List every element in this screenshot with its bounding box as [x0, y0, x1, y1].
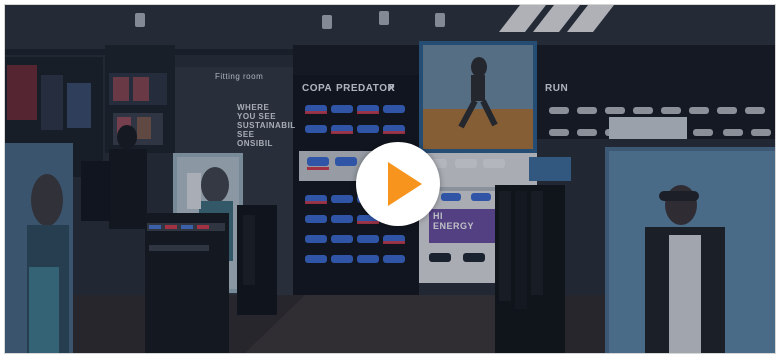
- run-header: RUN: [545, 83, 569, 94]
- sustainability-line: ONSIBIL: [237, 139, 273, 148]
- play-button[interactable]: [356, 142, 440, 226]
- wall-header-predator: PREDATOR: [336, 83, 396, 94]
- sustainability-line: WHERE: [237, 103, 270, 112]
- play-icon: [388, 162, 422, 206]
- wall-header-copa: COPA: [302, 83, 333, 94]
- sustainability-line: YOU SEE: [237, 112, 277, 121]
- wall-header-x: X: [388, 83, 396, 94]
- fitting-room-sign: Fitting room: [215, 72, 264, 81]
- sustainability-panel: WHERE YOU SEE SUSTAINABIL SEE ONSIBIL: [237, 103, 299, 148]
- sustainability-line: SUSTAINABIL: [237, 121, 296, 130]
- sustainability-line: SEE: [237, 130, 255, 139]
- video-frame[interactable]: Fitting room WHERE YOU SEE SUSTAINABIL S…: [4, 4, 776, 354]
